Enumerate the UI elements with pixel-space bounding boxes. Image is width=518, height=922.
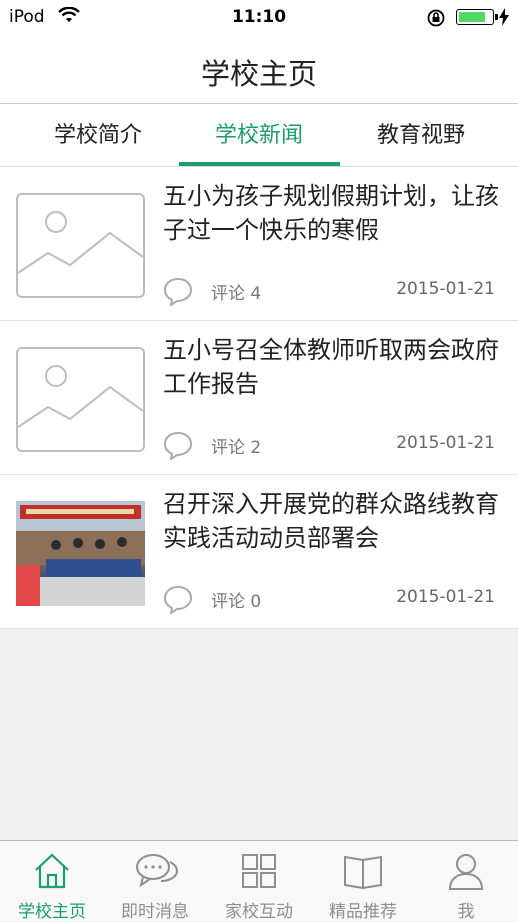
person-icon xyxy=(448,854,484,890)
tab-school-intro[interactable]: 学校简介 xyxy=(12,104,184,166)
charging-bolt-icon xyxy=(499,8,509,26)
comment-count: 评论 0 xyxy=(211,592,262,612)
status-bar: iPod 11:10 xyxy=(0,0,518,36)
tabbar-label: 家校互动 xyxy=(225,902,293,922)
news-tabs: 学校简介 学校新闻 教育视野 xyxy=(0,104,518,167)
tabbar-item-recommended[interactable]: 精品推荐 xyxy=(311,841,415,922)
image-placeholder-icon xyxy=(16,347,145,452)
book-icon xyxy=(344,855,382,890)
comment-icon xyxy=(163,585,193,614)
news-item[interactable]: 五小为孩子规划假期计划，让孩子过一个快乐的寒假 评论 4 2015-01-21 xyxy=(0,167,518,321)
house-icon xyxy=(35,853,69,889)
tabbar-item-messages[interactable]: 即时消息 xyxy=(103,841,207,922)
news-item[interactable]: 五小号召全体教师听取两会政府工作报告 评论 2 2015-01-21 xyxy=(0,321,518,475)
tabbar-item-me[interactable]: 我 xyxy=(414,841,518,922)
news-date: 2015-01-21 xyxy=(396,433,495,453)
news-title: 五小为孩子规划假期计划，让孩子过一个快乐的寒假 xyxy=(163,182,499,244)
news-date: 2015-01-21 xyxy=(396,279,495,299)
news-title: 召开深入开展党的群众路线教育实践活动动员部署会 xyxy=(163,490,499,552)
tabbar-item-home-school[interactable]: 家校互动 xyxy=(207,841,311,922)
bottom-tab-bar: 学校主页 即时消息 家校互动 精品推荐 我 xyxy=(0,840,518,922)
tabbar-label: 即时消息 xyxy=(121,902,189,922)
comment-icon xyxy=(163,277,193,306)
comment-icon xyxy=(163,431,193,460)
page-title: 学校主页 xyxy=(200,57,317,91)
grid-icon xyxy=(242,854,276,888)
news-photo xyxy=(16,501,145,606)
news-item[interactable]: 召开深入开展党的群众路线教育实践活动动员部署会 评论 0 2015-01-21 xyxy=(0,475,518,629)
comment-count: 评论 4 xyxy=(211,284,262,304)
battery-icon xyxy=(456,9,498,25)
tabbar-item-school-home[interactable]: 学校主页 xyxy=(0,841,104,922)
active-tab-indicator xyxy=(179,162,340,166)
navigation-bar: 学校主页 xyxy=(0,36,518,104)
comment-count: 评论 2 xyxy=(211,438,262,458)
tab-school-news[interactable]: 学校新闻 xyxy=(173,104,345,166)
tabbar-label: 我 xyxy=(457,902,475,922)
tab-education-vision[interactable]: 教育视野 xyxy=(335,104,507,166)
tabbar-label: 学校主页 xyxy=(18,902,86,922)
image-placeholder-icon xyxy=(16,193,145,298)
tabbar-label: 精品推荐 xyxy=(329,902,397,922)
news-date: 2015-01-21 xyxy=(396,587,495,607)
chat-bubbles-icon xyxy=(136,854,179,888)
news-title: 五小号召全体教师听取两会政府工作报告 xyxy=(163,336,499,398)
rotation-lock-icon xyxy=(427,9,445,27)
